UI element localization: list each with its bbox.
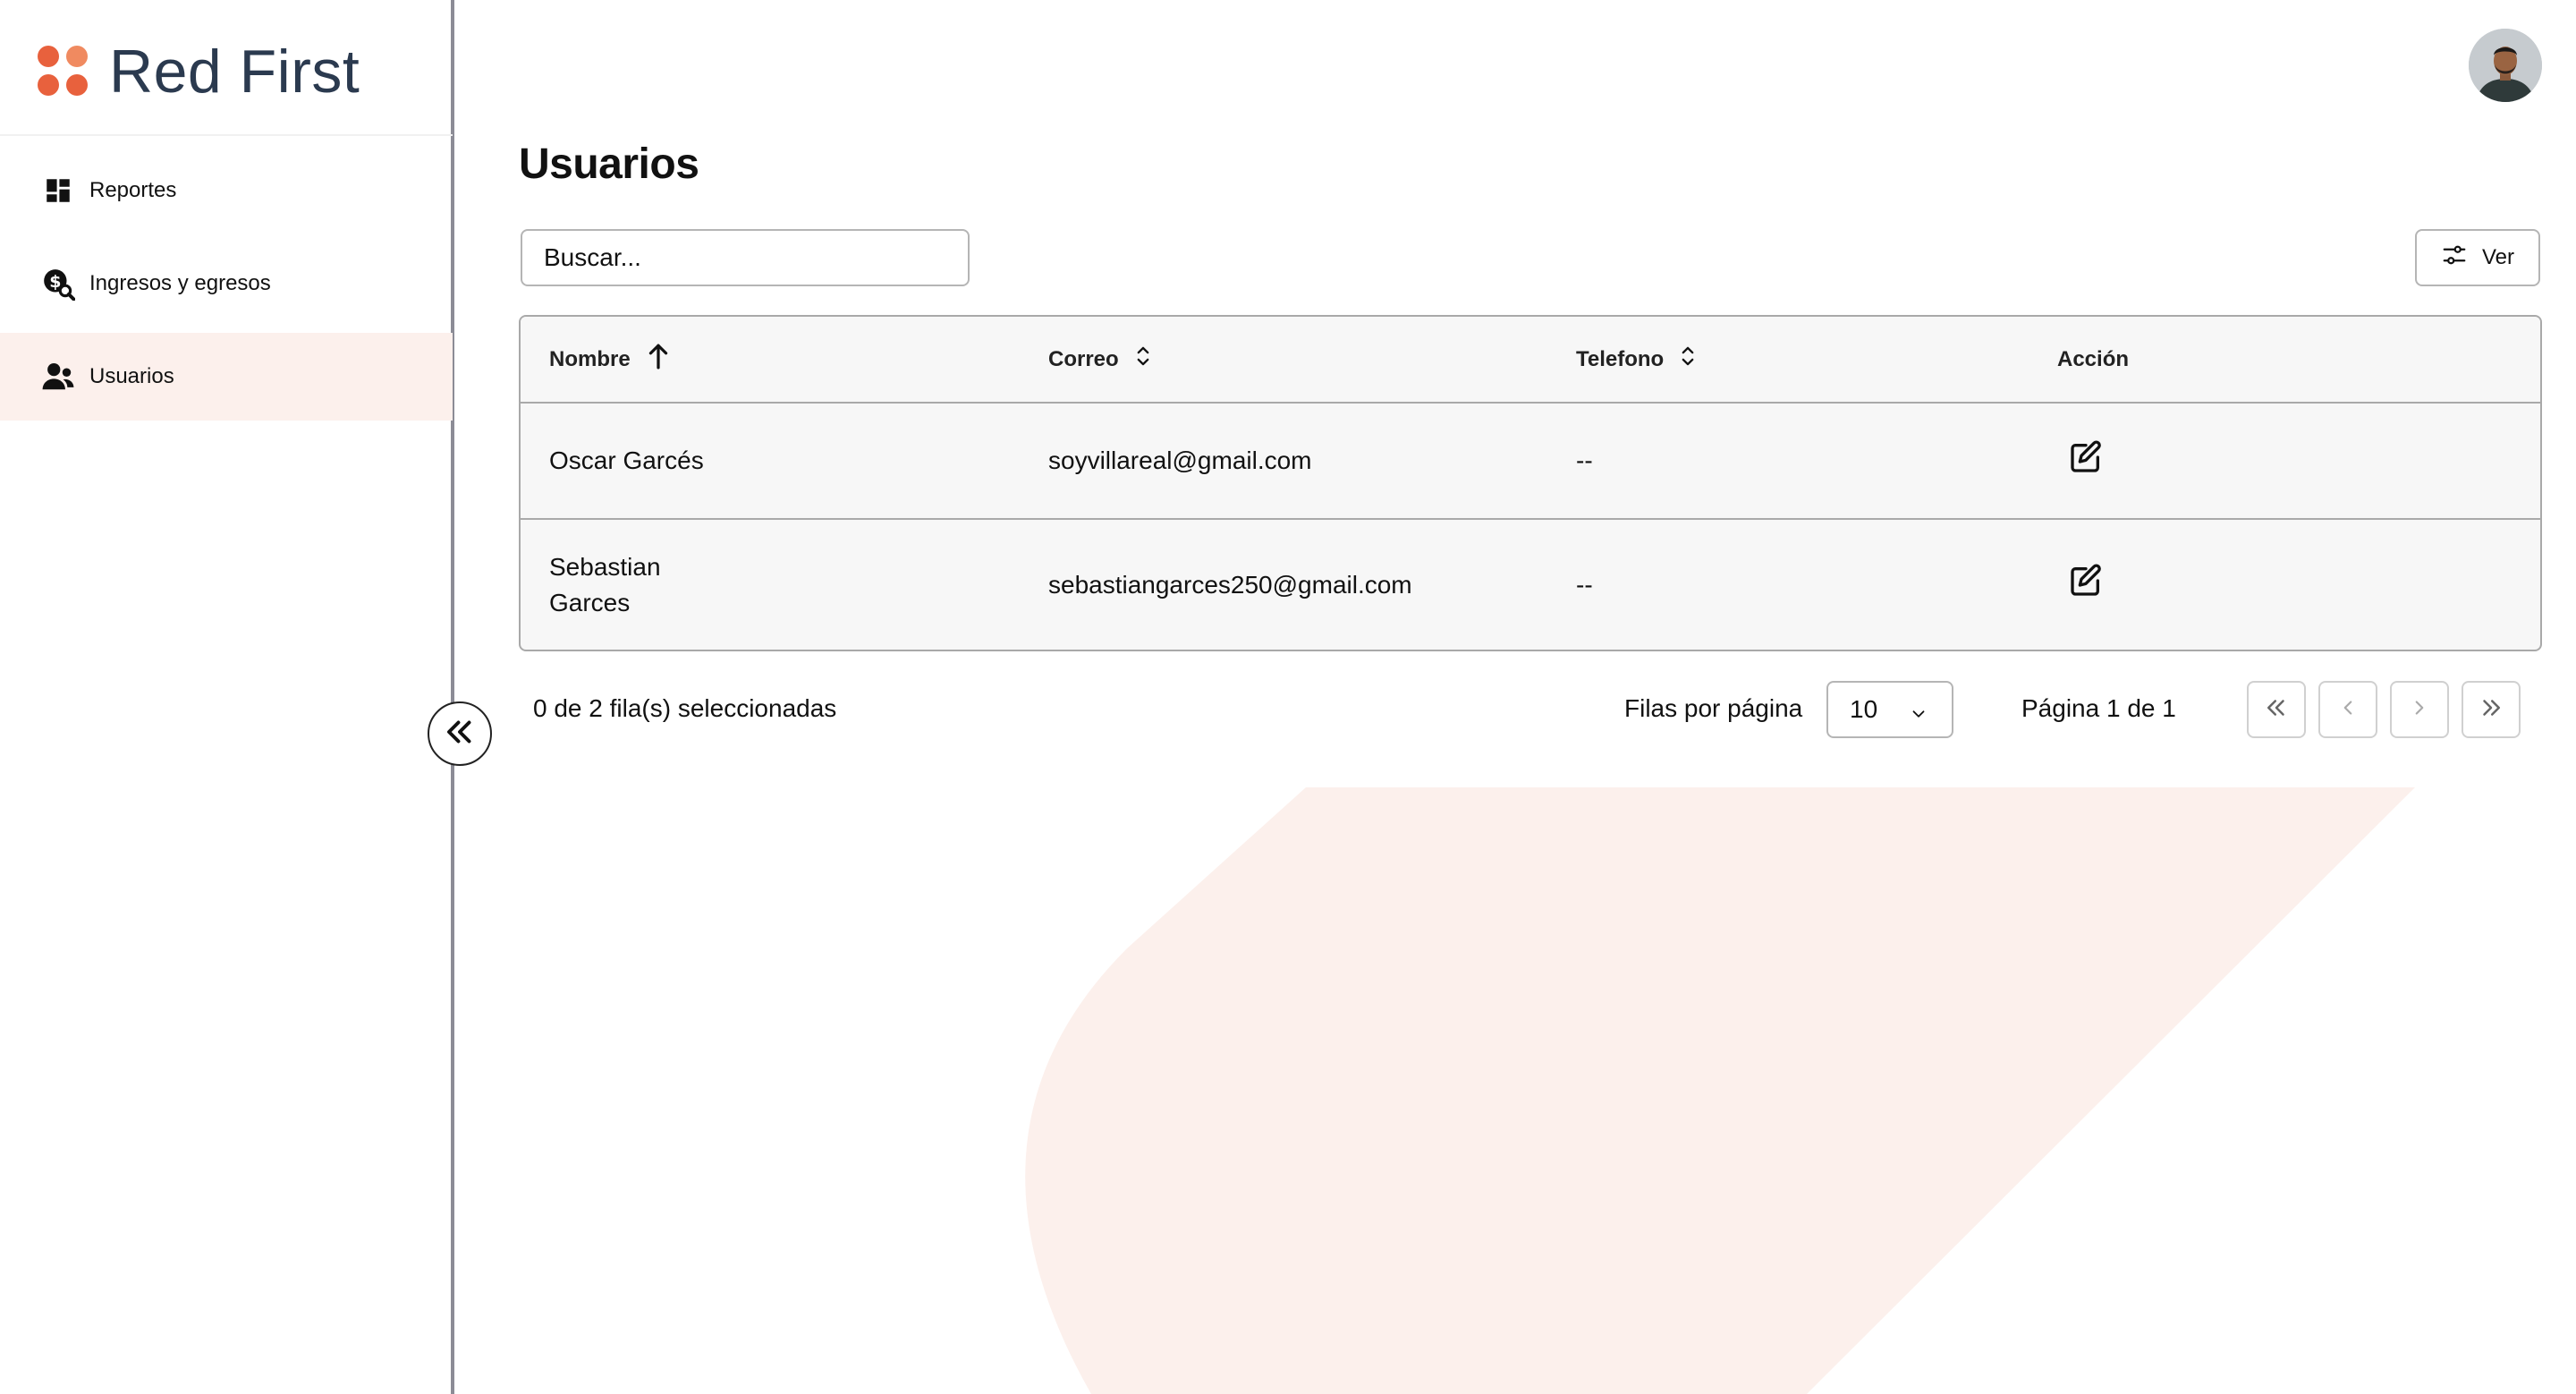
sidebar-item-usuarios[interactable]: Usuarios xyxy=(0,333,453,421)
logo-dots-icon xyxy=(38,46,89,98)
table-footer: 0 de 2 fila(s) seleccionadas Filas por p… xyxy=(519,680,2542,739)
sidebar: Red First Reportes $ Ingresos y egresos xyxy=(0,0,454,1394)
user-avatar xyxy=(2469,29,2542,102)
sidebar-item-ingresos-egresos[interactable]: $ Ingresos y egresos xyxy=(0,240,453,327)
last-page-button[interactable] xyxy=(2462,681,2521,738)
next-page-icon xyxy=(2408,696,2431,724)
cell-phone: -- xyxy=(1576,570,1593,599)
brand-logo[interactable]: Red First xyxy=(38,36,360,107)
column-header-nombre[interactable]: Nombre xyxy=(521,317,1048,404)
sidebar-nav: Reportes $ Ingresos y egresos Usuarios xyxy=(0,147,453,426)
first-page-button[interactable] xyxy=(2247,681,2306,738)
main-content: Usuarios Ver Nombre xyxy=(519,0,2542,1394)
rows-per-page-label: Filas por página xyxy=(1624,694,1803,722)
view-button-label: Ver xyxy=(2481,245,2515,269)
page-indicator: Página 1 de 1 xyxy=(2021,694,2176,722)
prev-page-icon xyxy=(2336,696,2360,724)
cell-name-text: Sebastian Garces xyxy=(549,552,661,616)
column-label: Nombre xyxy=(549,346,631,371)
sidebar-item-label: Usuarios xyxy=(89,364,174,388)
sidebar-item-label: Ingresos y egresos xyxy=(89,271,271,295)
users-table: Nombre Correo Telefono Acción Oscar Garc… xyxy=(519,315,2542,651)
cell-email: soyvillareal@gmail.com xyxy=(1048,403,1576,520)
page-title: Usuarios xyxy=(519,140,699,188)
double-chevron-left-icon xyxy=(444,716,476,752)
avatar[interactable] xyxy=(2469,29,2542,102)
view-options-button[interactable]: Ver xyxy=(2415,229,2540,286)
table-row: Sebastian Garces sebastiangarces250@gmai… xyxy=(521,519,2540,650)
cell-email: sebastiangarces250@gmail.com xyxy=(1048,570,1412,599)
cell-name: Sebastian Garces xyxy=(521,519,1048,650)
search-input[interactable] xyxy=(521,229,970,286)
edit-icon[interactable] xyxy=(2066,561,2106,600)
chevron-down-icon xyxy=(1909,701,1928,730)
collapse-sidebar-button[interactable] xyxy=(428,701,492,766)
previous-page-button[interactable] xyxy=(2318,681,2377,738)
edit-icon[interactable] xyxy=(2066,438,2106,477)
sidebar-item-label: Reportes xyxy=(89,178,177,202)
sort-toggle-icon xyxy=(1680,344,1696,374)
users-icon xyxy=(41,360,75,394)
sort-toggle-icon xyxy=(1135,344,1151,374)
money-search-icon: $ xyxy=(41,267,75,301)
table-row: Oscar Garcés soyvillareal@gmail.com -- xyxy=(521,403,2540,520)
sort-ascending-icon xyxy=(647,343,670,376)
sidebar-item-reportes[interactable]: Reportes xyxy=(0,147,453,234)
brand-name: Red First xyxy=(109,38,360,106)
column-header-correo[interactable]: Correo xyxy=(1048,317,1576,404)
rows-per-page-select[interactable]: 10 xyxy=(1826,681,1953,738)
first-page-icon xyxy=(2263,694,2290,726)
last-page-icon xyxy=(2478,694,2504,726)
cell-name: Oscar Garcés xyxy=(521,403,1048,520)
column-header-accion: Acción xyxy=(2057,317,2540,404)
cell-action xyxy=(2057,403,2540,520)
table-header-row: Nombre Correo Telefono Acción xyxy=(521,317,2540,404)
column-label: Correo xyxy=(1048,346,1119,371)
column-label: Acción xyxy=(2057,346,2130,371)
sliders-icon xyxy=(2441,242,2468,275)
cell-phone: -- xyxy=(1576,403,2057,520)
selected-rows-count: 0 de 2 fila(s) seleccionadas xyxy=(533,694,837,722)
column-label: Telefono xyxy=(1576,346,1665,371)
column-header-telefono[interactable]: Telefono xyxy=(1576,317,2057,404)
next-page-button[interactable] xyxy=(2390,681,2449,738)
cell-action xyxy=(2057,519,2540,650)
dashboard-icon xyxy=(41,174,75,208)
rows-per-page-value: 10 xyxy=(1850,695,1878,723)
sidebar-divider xyxy=(0,134,453,136)
